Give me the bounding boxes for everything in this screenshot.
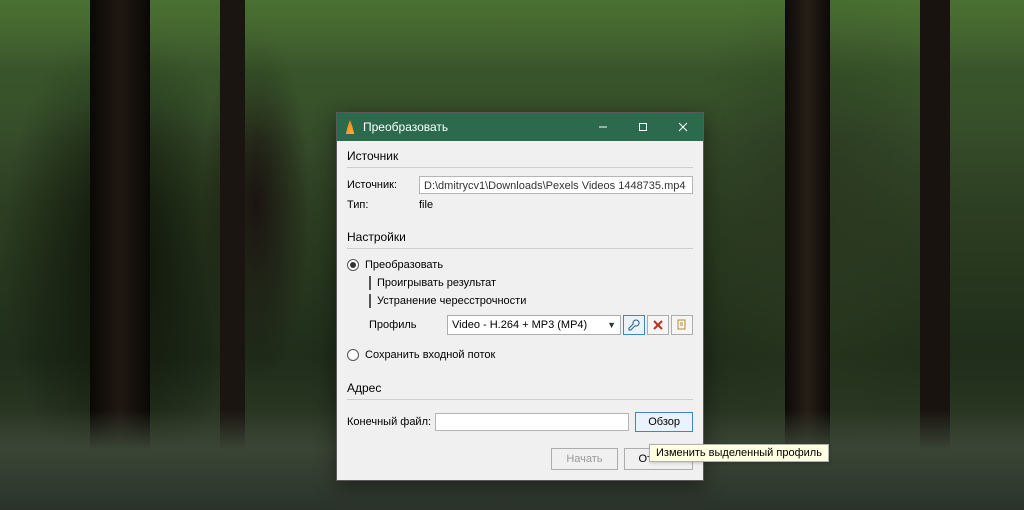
chevron-down-icon: ▼	[607, 320, 616, 330]
checkbox-icon	[369, 294, 371, 308]
settings-section-label: Настройки	[347, 230, 693, 244]
destination-file-label: Конечный файл:	[347, 416, 435, 428]
close-button[interactable]	[663, 113, 703, 141]
edit-profile-button[interactable]	[623, 315, 645, 335]
convert-dialog: Преобразовать Источник Источник: D:\dmit…	[336, 112, 704, 481]
deinterlace-checkbox[interactable]: Устранение чересстрочности	[369, 295, 693, 307]
convert-radio-label: Преобразовать	[365, 259, 443, 271]
save-stream-label: Сохранить входной поток	[365, 349, 495, 361]
start-button[interactable]: Начать	[551, 448, 617, 470]
profile-value: Video - H.264 + MP3 (MP4)	[452, 319, 587, 331]
checkbox-icon	[369, 276, 371, 290]
type-value: file	[419, 199, 433, 211]
delete-profile-button[interactable]	[647, 315, 669, 335]
x-delete-icon	[652, 319, 664, 331]
source-label: Источник:	[347, 179, 419, 191]
radio-icon	[347, 349, 359, 361]
play-result-checkbox[interactable]: Проигрывать результат	[369, 277, 693, 289]
titlebar[interactable]: Преобразовать	[337, 113, 703, 141]
vlc-cone-icon	[343, 120, 357, 134]
wrench-icon	[628, 319, 640, 331]
profile-label: Профиль	[369, 319, 447, 331]
new-profile-button[interactable]	[671, 315, 693, 335]
browse-button[interactable]: Обзор	[635, 412, 693, 432]
type-label: Тип:	[347, 199, 419, 211]
play-result-label: Проигрывать результат	[377, 277, 496, 289]
maximize-button[interactable]	[623, 113, 663, 141]
edit-profile-tooltip: Изменить выделенный профиль	[649, 444, 829, 462]
destination-section-label: Адрес	[347, 381, 693, 395]
convert-radio[interactable]: Преобразовать	[347, 259, 443, 271]
deinterlace-label: Устранение чересстрочности	[377, 295, 526, 307]
radio-icon	[347, 259, 359, 271]
source-input[interactable]: D:\dmitrycv1\Downloads\Pexels Videos 144…	[419, 176, 693, 194]
minimize-button[interactable]	[583, 113, 623, 141]
new-document-icon	[676, 319, 688, 331]
profile-combobox[interactable]: Video - H.264 + MP3 (MP4) ▼	[447, 315, 621, 335]
source-section-label: Источник	[347, 149, 693, 163]
destination-file-input[interactable]	[435, 413, 629, 431]
save-stream-radio[interactable]: Сохранить входной поток	[347, 349, 495, 361]
window-title: Преобразовать	[363, 120, 583, 134]
